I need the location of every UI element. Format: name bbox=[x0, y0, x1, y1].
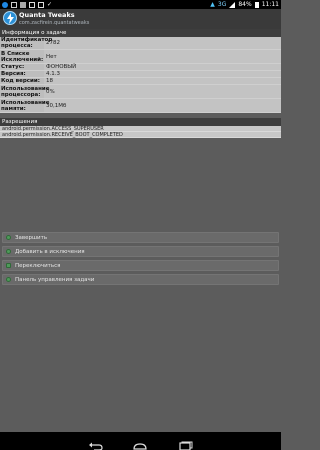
app-header: Quanta Tweaks com.zacfirein.quantatweaks bbox=[0, 9, 281, 29]
info-row-exclusions: В Списке Исключений: Нет bbox=[0, 50, 281, 64]
info-row-version-code: Код версии: 18 bbox=[0, 78, 281, 85]
shield-icon bbox=[6, 249, 11, 254]
lightning-icon bbox=[3, 11, 17, 25]
battery-icon bbox=[254, 1, 259, 8]
info-value: 30,1Мб bbox=[46, 102, 67, 109]
info-key: Статус: bbox=[0, 64, 44, 70]
info-row-memory: Использование памяти: 30,1Мб bbox=[0, 99, 281, 113]
info-value: 18 bbox=[46, 78, 53, 84]
stop-icon bbox=[6, 235, 11, 240]
network-type: 3G bbox=[217, 1, 227, 8]
home-icon[interactable] bbox=[132, 436, 148, 450]
back-icon[interactable] bbox=[88, 436, 104, 450]
action-label: Добавить в исключения bbox=[15, 249, 85, 255]
signal-bars-icon bbox=[229, 1, 236, 8]
notification-icon bbox=[2, 1, 8, 8]
info-row-version: Версия: 4.1.3 bbox=[0, 71, 281, 78]
action-label: Панель управления задачи bbox=[15, 277, 95, 283]
info-key: Использование процессора: bbox=[0, 85, 50, 98]
task-actions: Завершить Добавить в исключения Переключ… bbox=[2, 232, 279, 288]
info-row-status: Статус: ФОНОВЫЙ bbox=[0, 64, 281, 71]
info-value: 0% bbox=[46, 88, 55, 95]
info-value: Нет bbox=[46, 53, 57, 60]
info-row-pid: Идентификатор процесса: 2782 bbox=[0, 37, 281, 50]
task-control-panel-button[interactable]: Панель управления задачи bbox=[2, 274, 279, 285]
section-task-info: Информация о задаче bbox=[0, 29, 281, 37]
status-bar: ✓ ▲ 3G 84% 11:11 bbox=[0, 0, 281, 9]
screenshot-icon bbox=[11, 1, 17, 8]
switch-icon bbox=[6, 263, 11, 268]
settings-icon bbox=[6, 277, 11, 282]
info-key: В Списке Исключений: bbox=[0, 50, 44, 63]
task-info-table: Идентификатор процесса: 2782 В Списке Ис… bbox=[0, 37, 281, 113]
notification-icons: ✓ bbox=[2, 0, 53, 8]
mail-icon bbox=[38, 1, 44, 8]
info-key: Идентификатор процесса: bbox=[0, 37, 53, 49]
app-title: Quanta Tweaks bbox=[19, 11, 75, 19]
info-value: 4.1.3 bbox=[46, 71, 60, 77]
signal-icon: ▲ bbox=[210, 1, 215, 8]
image-icon bbox=[20, 1, 26, 8]
action-label: Переключиться bbox=[15, 263, 61, 269]
info-value: 2782 bbox=[46, 40, 60, 46]
clock: 11:11 bbox=[261, 1, 279, 8]
section-permissions: Разрешения bbox=[0, 118, 281, 126]
action-label: Завершить bbox=[15, 235, 48, 241]
recents-icon[interactable] bbox=[177, 436, 193, 450]
finish-button[interactable]: Завершить bbox=[2, 232, 279, 243]
navigation-bar bbox=[0, 432, 281, 450]
app-package: com.zacfirein.quantatweaks bbox=[19, 20, 90, 26]
info-value: ФОНОВЫЙ bbox=[46, 64, 77, 70]
info-key: Версия: bbox=[0, 71, 44, 77]
switch-button[interactable]: Переключиться bbox=[2, 260, 279, 271]
permission-item: android.permission.RECEIVE_BOOT_COMPLETE… bbox=[0, 132, 281, 138]
info-key: Код версии: bbox=[0, 78, 44, 84]
check-icon: ✓ bbox=[47, 0, 53, 8]
add-to-exclusions-button[interactable]: Добавить в исключения bbox=[2, 246, 279, 257]
info-row-cpu: Использование процессора: 0% bbox=[0, 85, 281, 99]
mail-icon bbox=[29, 1, 35, 8]
info-key: Использование памяти: bbox=[0, 99, 50, 112]
battery-level: 84% bbox=[238, 1, 252, 8]
